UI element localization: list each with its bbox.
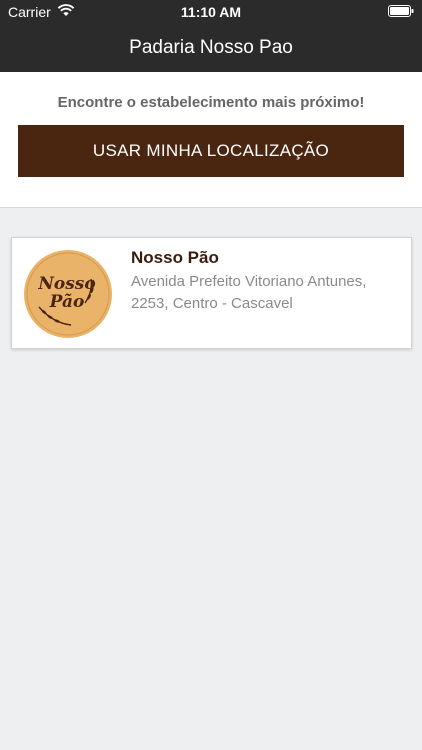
navigation-bar: Padaria Nosso Pao	[0, 24, 422, 72]
clock-time: 11:10 AM	[180, 4, 242, 20]
store-name: Nosso Pão	[131, 248, 219, 267]
page-title: Padaria Nosso Pao	[129, 37, 293, 58]
use-my-location-button[interactable]: USAR MINHA LOCALIZAÇÃO	[18, 125, 404, 177]
battery-icon	[388, 5, 414, 17]
location-panel: Encontre o estabelecimento mais próximo!…	[0, 72, 422, 208]
store-address: Avenida Prefeito Vitoriano Antunes, 2253…	[131, 273, 367, 312]
logo-text-line2: Pão	[49, 292, 85, 312]
store-list-item[interactable]: Nosso Pão Nosso Pão Avenida Prefeito Vit…	[11, 237, 412, 349]
store-logo: Nosso Pão	[24, 250, 112, 338]
find-nearest-prompt: Encontre o estabelecimento mais próximo!	[57, 94, 365, 111]
status-bar: Carrier 11:10 AM	[0, 0, 422, 24]
logo-text-line1: Nosso	[37, 274, 95, 294]
